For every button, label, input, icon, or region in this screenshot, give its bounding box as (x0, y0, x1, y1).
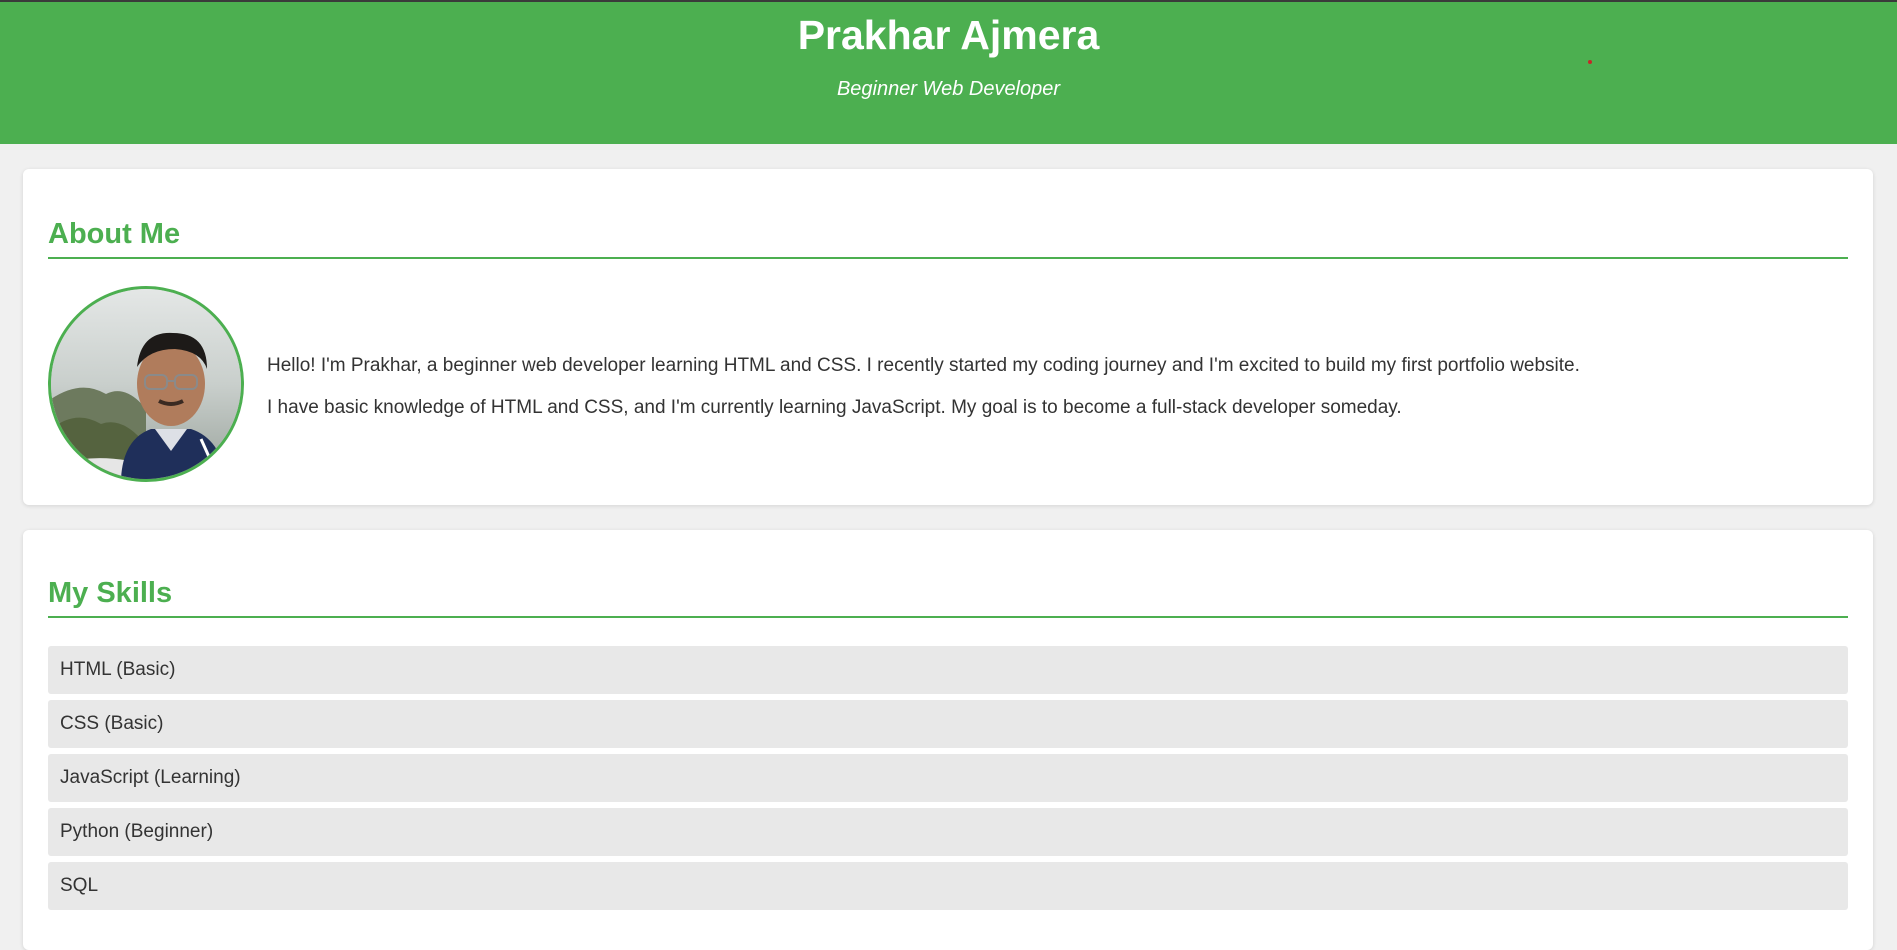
cursor-dot (1588, 60, 1592, 64)
skills-section: My Skills HTML (Basic) CSS (Basic) JavaS… (23, 530, 1873, 950)
about-paragraph: I have basic knowledge of HTML and CSS, … (267, 397, 1402, 418)
skill-item: JavaScript (Learning) (48, 754, 1848, 802)
page-subtitle: Beginner Web Developer (836, 78, 1061, 100)
skill-item: Python (Beginner) (48, 808, 1848, 856)
about-section: About Me Hello! I'm Prakhar, a beginner … (23, 169, 1873, 505)
skills-heading: My Skills (48, 577, 1848, 618)
profile-photo-image (51, 289, 241, 479)
skill-item: CSS (Basic) (48, 700, 1848, 748)
page-title: Prakhar Ajmera (797, 12, 1100, 58)
about-paragraph: Hello! I'm Prakhar, a beginner web devel… (267, 355, 1580, 376)
skill-item: SQL (48, 862, 1848, 910)
site-header: Prakhar Ajmera Beginner Web Developer (0, 0, 1897, 144)
about-text: Hello! I'm Prakhar, a beginner web devel… (267, 345, 1833, 429)
about-heading: About Me (48, 218, 1848, 259)
skill-list: HTML (Basic) CSS (Basic) JavaScript (Lea… (48, 646, 1848, 916)
profile-photo (48, 286, 244, 482)
skill-item: HTML (Basic) (48, 646, 1848, 694)
